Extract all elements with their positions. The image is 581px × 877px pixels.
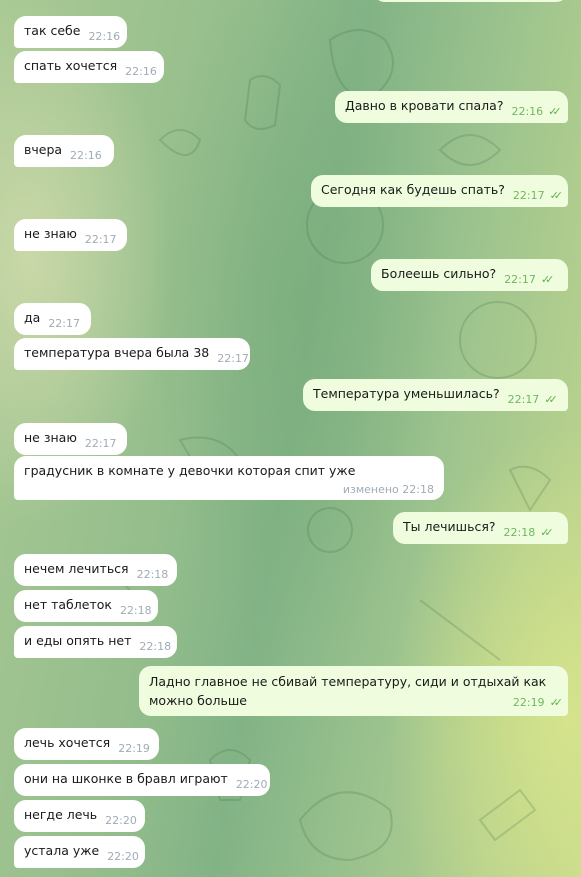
double-check-icon: ✓✓: [544, 393, 558, 406]
message-bubble-outgoing[interactable]: Давно в кровати спала? 22:16 ✓✓: [335, 91, 568, 123]
message-time: 22:16: [511, 105, 544, 118]
message-time: 22:20: [235, 778, 268, 791]
message-time: изменено 22:18: [342, 483, 434, 496]
message-text: устала уже: [24, 843, 100, 858]
double-check-icon: ✓✓: [548, 105, 562, 118]
message-time: 22:16: [70, 149, 102, 162]
message-text: лечь хочется: [24, 735, 111, 750]
double-check-icon: ✓✓: [549, 189, 564, 202]
message-time: 22:17: [217, 352, 249, 365]
message-text: спать хочется: [24, 58, 118, 73]
message-bubble-incoming[interactable]: не знаю 22:17: [14, 423, 127, 455]
message-time: 22:18: [136, 568, 169, 581]
message-bubble-incoming[interactable]: они на шконке в бравл играют 22:20: [14, 764, 270, 796]
message-time: 22:16: [125, 65, 157, 78]
message-text: Сегодня как будешь спать?: [321, 182, 505, 197]
message-time: 22:18: [119, 604, 152, 617]
message-time: 22:19: [118, 742, 150, 755]
message-time: 22:17: [84, 437, 117, 450]
message-text: Болеешь сильно?: [381, 266, 497, 281]
message-text: Ты лечишься?: [403, 519, 496, 534]
double-check-icon: ✓✓: [549, 696, 564, 709]
message-text: и еды опять нет: [24, 633, 132, 648]
message-bubble-incoming[interactable]: нет таблеток 22:18: [14, 590, 158, 622]
message-bubble-incoming[interactable]: спать хочется 22:16: [14, 51, 164, 83]
message-text: Ладно главное не сбивай температуру, сид…: [149, 674, 547, 708]
message-bubble-outgoing[interactable]: Температура уменьшилась? 22:17 ✓✓: [303, 379, 568, 411]
message-time: 22:16: [88, 30, 121, 43]
message-text: градусник в комнате у девочки которая сп…: [24, 463, 356, 478]
message-text: да: [24, 310, 41, 325]
message-text: нечем лечиться: [24, 561, 129, 576]
message-bubble-outgoing[interactable]: Сегодня как будешь спать? 22:17 ✓✓: [311, 175, 568, 207]
message-text: нет таблеток: [24, 597, 112, 612]
message-bubble-outgoing[interactable]: Болеешь сильно? 22:17 ✓✓: [371, 259, 568, 291]
message-text: температура вчера была 38: [24, 345, 210, 360]
message-bubble-incoming[interactable]: вчера 22:16: [14, 135, 114, 167]
message-time: 22:17: [512, 189, 545, 202]
double-check-icon: ✓✓: [540, 526, 554, 539]
double-check-icon: ✓✓: [540, 273, 555, 286]
message-text: негде лечь: [24, 807, 98, 822]
message-time: 22:20: [107, 850, 139, 863]
message-time: 22:17: [507, 393, 540, 406]
message-bubble-incoming[interactable]: не знаю 22:17: [14, 219, 127, 251]
message-bubble-outgoing-cut: [373, 0, 568, 2]
message-time: 22:18: [139, 640, 172, 653]
message-text: не знаю: [24, 430, 77, 445]
message-time: 22:20: [105, 814, 137, 827]
message-bubble-incoming[interactable]: нечем лечиться 22:18: [14, 554, 177, 586]
message-text: они на шконке в бравл играют: [24, 771, 228, 786]
message-time: 22:17: [504, 273, 536, 286]
message-bubble-incoming[interactable]: градусник в комнате у девочки которая сп…: [14, 456, 444, 500]
message-bubble-outgoing[interactable]: Ладно главное не сбивай температуру, сид…: [139, 666, 568, 716]
message-bubble-incoming[interactable]: лечь хочется 22:19: [14, 728, 159, 760]
message-bubble-incoming[interactable]: негде лечь 22:20: [14, 800, 145, 832]
message-text: так себе: [24, 23, 81, 38]
message-text: вчера: [24, 142, 63, 157]
message-text: Давно в кровати спала?: [345, 98, 504, 113]
chat-area[interactable]: так себе 22:16 спать хочется 22:16 Давно в…: [0, 0, 581, 877]
message-time: 22:18: [503, 526, 536, 539]
message-bubble-outgoing[interactable]: Ты лечишься? 22:18 ✓✓: [393, 512, 568, 544]
message-text: Температура уменьшилась?: [313, 386, 500, 401]
message-bubble-incoming[interactable]: так себе 22:16: [14, 16, 127, 48]
message-bubble-incoming[interactable]: и еды опять нет 22:18: [14, 626, 177, 658]
message-bubble-incoming[interactable]: температура вчера была 38 22:17: [14, 338, 250, 370]
message-time: 22:17: [84, 233, 117, 246]
message-text: не знаю: [24, 226, 77, 241]
message-bubble-incoming[interactable]: да 22:17: [14, 303, 91, 335]
message-time: 22:19: [512, 696, 545, 709]
message-time: 22:17: [48, 317, 81, 330]
message-bubble-incoming[interactable]: устала уже 22:20: [14, 836, 145, 868]
